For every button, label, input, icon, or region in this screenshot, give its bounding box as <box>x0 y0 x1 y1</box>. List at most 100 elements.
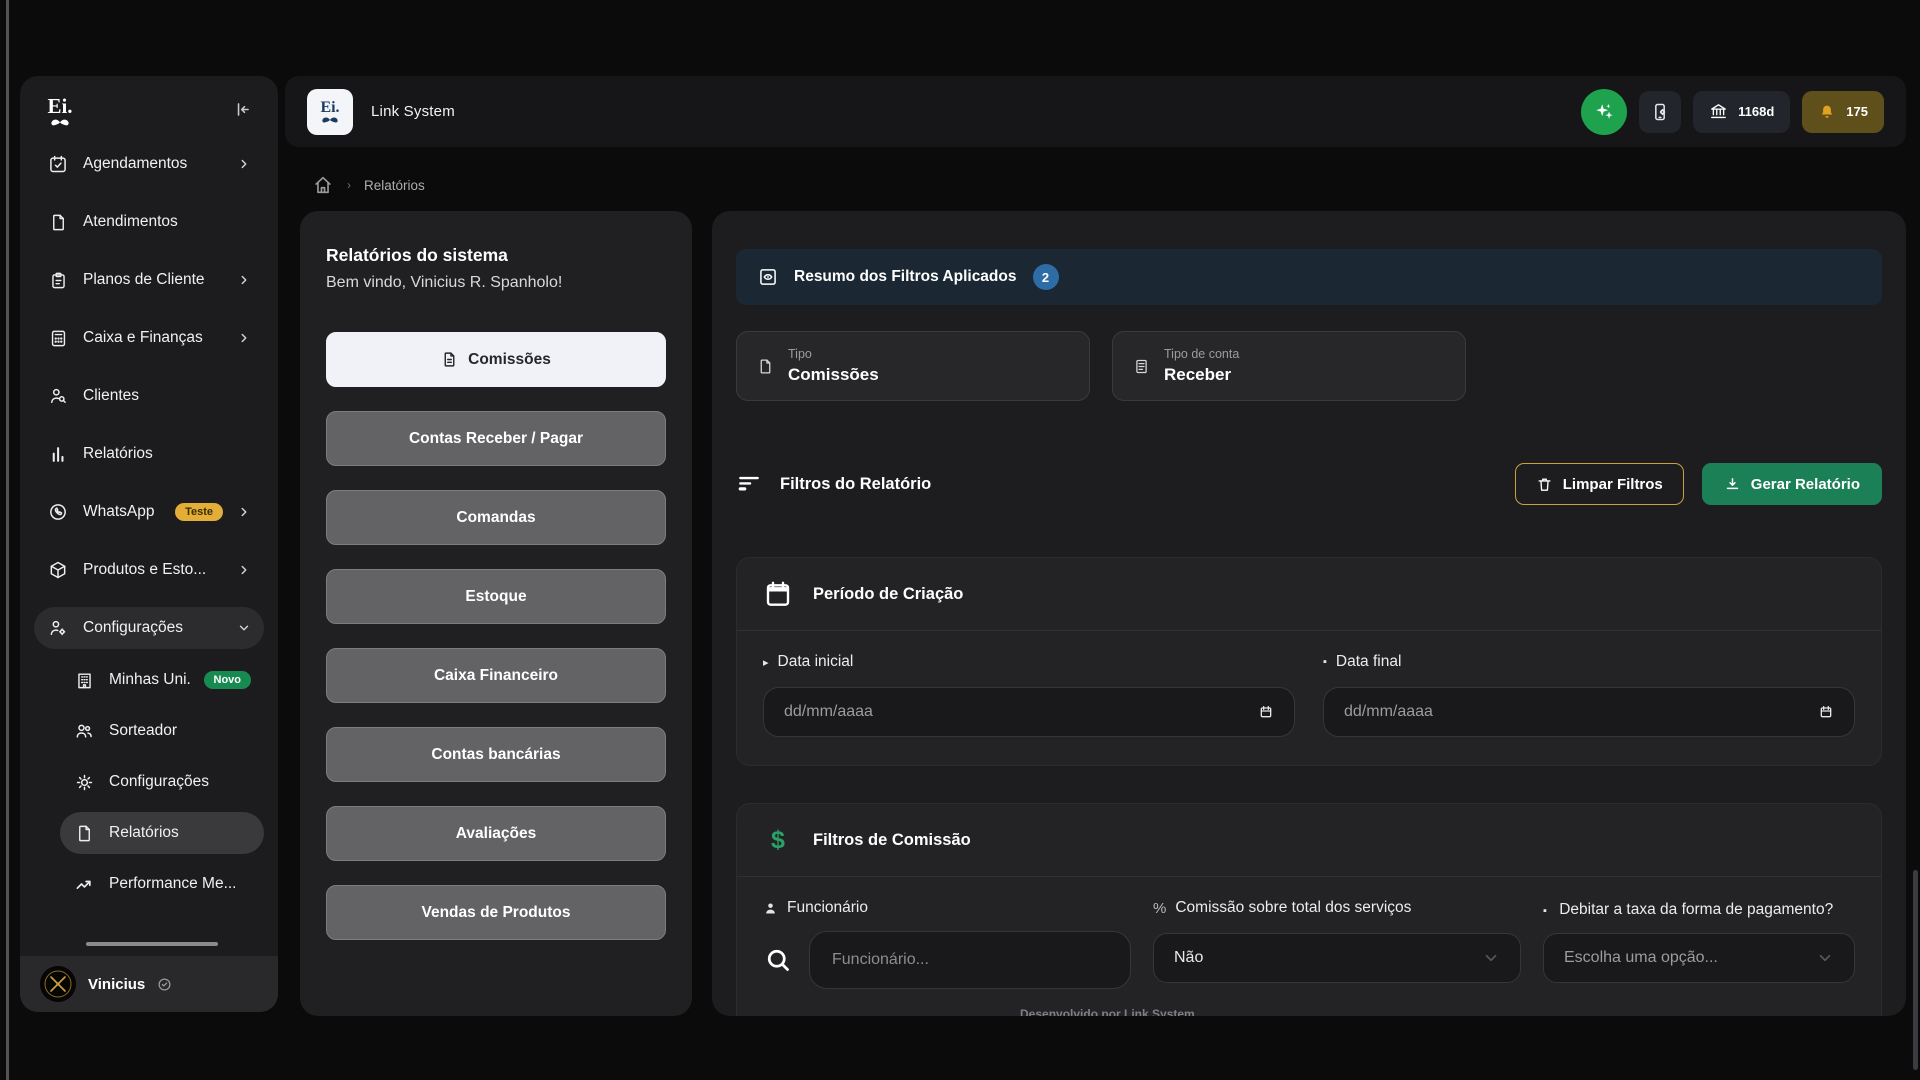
report-type-list: Comissões Contas Receber / Pagar Comanda… <box>326 332 666 940</box>
summary-title: Resumo dos Filtros Aplicados <box>794 268 1017 286</box>
device-settings-button[interactable] <box>1639 91 1681 133</box>
sidebar-item-label: Planos de Cliente <box>83 271 223 289</box>
employee-search-input[interactable] <box>809 931 1131 989</box>
calendar-icon <box>763 579 793 609</box>
debit-fee-field: ▪ Debitar a taxa da forma de pagamento? … <box>1543 899 1855 989</box>
sidebar-scrollbar[interactable] <box>86 942 218 946</box>
notification-count: 175 <box>1846 104 1868 119</box>
chip-value: Receber <box>1164 365 1239 385</box>
report-button-contas-bancarias[interactable]: Contas bancárias <box>326 727 666 782</box>
commission-total-select[interactable]: Não <box>1153 933 1521 983</box>
developer-watermark: Desenvolvido por Link System <box>1020 1007 1195 1016</box>
filter-chip-tipo-de-conta: Tipo de conta Receber <box>1112 331 1466 401</box>
chevron-right-icon <box>237 505 251 519</box>
date-placeholder: dd/mm/aaaa <box>1344 703 1433 721</box>
sidebar-subitem-sorteador[interactable]: Sorteador <box>60 710 264 752</box>
report-button-comandas[interactable]: Comandas <box>326 490 666 545</box>
home-icon[interactable] <box>312 174 334 196</box>
bank-icon <box>1709 102 1728 121</box>
employee-field: Funcionário <box>763 899 1131 989</box>
ai-sparkles-button[interactable] <box>1581 89 1627 135</box>
report-button-vendas-de-produtos[interactable]: Vendas de Produtos <box>326 885 666 940</box>
start-date-input[interactable]: dd/mm/aaaa <box>763 687 1295 737</box>
header-actions: 1168d 175 <box>1581 89 1884 135</box>
end-date-input[interactable]: dd/mm/aaaa <box>1323 687 1855 737</box>
page-scrollbar[interactable] <box>1913 870 1918 1070</box>
report-button-caixa-financeiro[interactable]: Caixa Financeiro <box>326 648 666 703</box>
generate-report-button[interactable]: Gerar Relatório <box>1702 463 1882 505</box>
sidebar-item-label: Configurações <box>83 619 223 637</box>
sidebar-item-label: Minhas Uni... <box>109 671 190 689</box>
debit-fee-label: ▪ Debitar a taxa da forma de pagamento? <box>1543 899 1855 921</box>
sidebar-item-whatsapp[interactable]: WhatsApp Teste <box>34 491 264 533</box>
select-value: Não <box>1174 949 1203 967</box>
clear-filters-button[interactable]: Limpar Filtros <box>1515 463 1684 505</box>
sidebar-nav: Agendamentos Atendimentos Planos de Clie… <box>20 131 278 938</box>
welcome-message: Bem vindo, Vinicius R. Spanholo! <box>326 274 666 292</box>
report-button-comissoes[interactable]: Comissões <box>326 332 666 387</box>
sidebar-subitem-performance[interactable]: Performance Me... <box>60 863 264 905</box>
sidebar-item-caixa-e-financas[interactable]: Caixa e Finanças <box>34 317 264 359</box>
debit-fee-select[interactable]: Escolha uma opção... <box>1543 933 1855 983</box>
logo-text: Ei. <box>320 100 339 116</box>
date-picker-icon[interactable] <box>1258 704 1274 720</box>
chevron-down-icon <box>1816 949 1834 967</box>
report-button-avaliacoes[interactable]: Avaliações <box>326 806 666 861</box>
breadcrumb: › Relatórios <box>312 174 425 196</box>
date-picker-icon[interactable] <box>1818 704 1834 720</box>
sidebar-subitem-configuracoes[interactable]: Configurações <box>60 761 264 803</box>
report-button-contas-receber-pagar[interactable]: Contas Receber / Pagar <box>326 411 666 466</box>
trend-up-icon <box>73 874 95 894</box>
avatar <box>40 966 76 1002</box>
sidebar-item-label: Clientes <box>83 387 251 405</box>
reports-title: Relatórios do sistema <box>326 245 666 266</box>
date-placeholder: dd/mm/aaaa <box>784 703 873 721</box>
chevron-right-icon <box>237 331 251 345</box>
report-button-estoque[interactable]: Estoque <box>326 569 666 624</box>
commission-card: $ Filtros de Comissão Funcionário <box>736 803 1882 1016</box>
triangle-bullet-icon: ▸ <box>763 656 769 669</box>
user-menu[interactable]: Vinicius <box>20 956 278 1012</box>
start-date-field: ▸ Data inicial dd/mm/aaaa <box>763 653 1295 737</box>
sidebar-item-label: Performance Me... <box>109 875 251 893</box>
start-date-label: ▸ Data inicial <box>763 653 1295 671</box>
breadcrumb-separator: › <box>347 178 351 192</box>
breadcrumb-current[interactable]: Relatórios <box>364 178 425 193</box>
sidebar-item-configuracoes[interactable]: Configurações <box>34 607 264 649</box>
app-name: Link System <box>371 103 455 120</box>
sidebar-subitem-relatorios[interactable]: Relatórios <box>60 812 264 854</box>
sidebar-item-relatorios[interactable]: Relatórios <box>34 433 264 475</box>
sidebar-item-atendimentos[interactable]: Atendimentos <box>34 201 264 243</box>
sidebar-item-label: Sorteador <box>109 722 251 740</box>
sidebar-item-produtos-e-estoque[interactable]: Produtos e Esto... <box>34 549 264 591</box>
commission-total-field: % Comissão sobre total dos serviços Não <box>1153 899 1521 989</box>
user-name: Vinicius <box>88 976 145 993</box>
sidebar-collapse-button[interactable] <box>229 96 256 123</box>
user-gear-icon <box>47 618 69 638</box>
sidebar-item-label: Relatórios <box>109 824 251 842</box>
filters-summary-bar: Resumo dos Filtros Aplicados 2 <box>736 249 1882 305</box>
sidebar-subitem-minhas-unidades[interactable]: Minhas Uni... Novo <box>60 659 264 701</box>
summary-count-badge: 2 <box>1033 264 1059 290</box>
period-card: Período de Criação ▸ Data inicial dd/mm/… <box>736 557 1882 766</box>
calculator-icon <box>47 329 69 348</box>
filters-section-title: Filtros do Relatório <box>780 475 931 494</box>
sidebar-item-planos-de-cliente[interactable]: Planos de Cliente <box>34 259 264 301</box>
chevron-down-icon <box>1482 949 1500 967</box>
notifications-button[interactable]: 175 <box>1802 91 1884 133</box>
select-value: Escolha uma opção... <box>1564 949 1718 967</box>
sidebar-item-clientes[interactable]: Clientes <box>34 375 264 417</box>
app-window: Ei. Agendamentos Atendimentos Planos de … <box>0 0 1920 1080</box>
end-date-label: ▪ Data final <box>1323 653 1855 671</box>
building-icon <box>73 671 95 690</box>
sidebar-item-agendamentos[interactable]: Agendamentos <box>34 143 264 185</box>
gear-icon <box>73 773 95 792</box>
chevron-right-icon <box>237 273 251 287</box>
bar-chart-icon <box>47 445 69 464</box>
sidebar-item-label: Caixa e Finanças <box>83 329 223 347</box>
period-card-body: ▸ Data inicial dd/mm/aaaa ▪ Data final <box>737 631 1881 765</box>
sparkles-icon <box>1593 101 1615 123</box>
bank-balance-button[interactable]: 1168d <box>1693 91 1790 133</box>
bell-icon <box>1818 103 1836 121</box>
mustache-icon <box>318 116 342 124</box>
